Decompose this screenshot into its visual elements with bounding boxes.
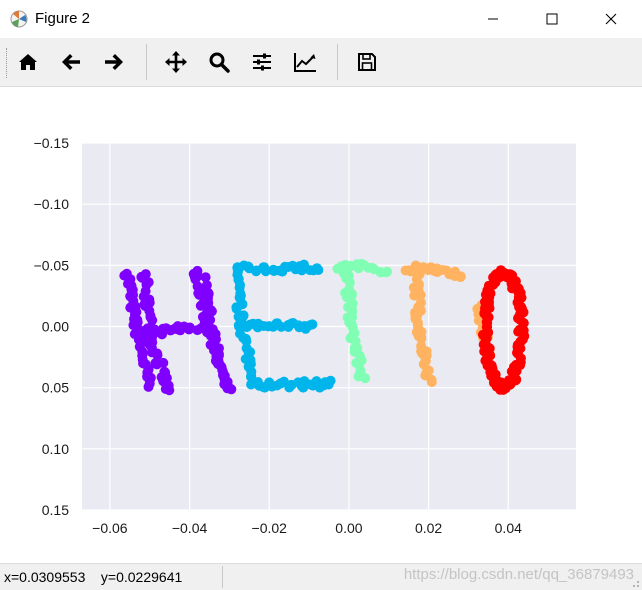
forward-arrow-icon [105,54,123,70]
status-separator [222,566,223,588]
edit-axes-button[interactable] [291,48,319,76]
subplots-icon [253,53,271,71]
x-tick-label: 0.00 [335,520,362,536]
x-tick-label: 0.04 [495,520,522,536]
scatter-point [158,357,169,368]
scatter-point [143,381,154,392]
figure-canvas[interactable]: −0.06 −0.04 −0.02 0.00 0.02 0.04 −0.15 −0.10 −0.… [0,87,642,563]
scatter-point [222,383,233,394]
subplots-button[interactable] [248,48,276,76]
y-tick-label: 0.10 [42,441,69,457]
maximize-icon [546,13,558,25]
x-tick-label: −0.02 [252,520,288,536]
y-tick-label: 0.05 [42,380,69,396]
zoom-button[interactable] [205,48,233,76]
y-tick-label: −0.15 [34,135,70,151]
resize-grip-icon[interactable] [630,578,640,588]
scatter-point [360,373,371,384]
matplotlib-app-icon [10,10,28,28]
scatter-point [217,365,228,376]
x-tick-label: −0.04 [172,520,208,536]
y-tick-label: 0.15 [42,502,69,518]
close-button[interactable] [588,0,634,38]
watermark-text: https://blog.csdn.net/qq_36879493 [403,566,634,583]
scatter-point [312,263,322,274]
scatter-point [307,319,318,330]
save-button[interactable] [353,48,381,76]
x-tick-label: −0.06 [92,520,128,536]
status-bar: x=0.0309553 y=0.0229641 https://blog.csd… [0,563,642,590]
scatter-point [514,324,525,335]
navigation-toolbar [0,38,642,87]
x-tick-label: 0.02 [415,520,442,536]
back-arrow-icon [62,54,80,70]
scatter-point [325,375,336,386]
y-tick-label: −0.05 [34,257,70,273]
home-icon [19,54,37,70]
scatter-point [426,377,437,388]
y-tick-label: −0.10 [34,196,70,212]
toolbar-separator [337,44,338,80]
forward-button[interactable] [100,48,128,76]
scatter-point [152,348,163,359]
save-icon [358,53,376,71]
scatter-point [133,327,144,338]
minimize-icon [488,18,498,20]
zoom-icon [209,52,230,73]
window-title: Figure 2 [35,10,91,27]
y-tick-label: 0.00 [42,319,69,335]
edit-axes-icon [294,53,316,72]
scatter-chart[interactable]: −0.06 −0.04 −0.02 0.00 0.02 0.04 −0.15 −0.10 −0.… [0,87,642,563]
back-button[interactable] [57,48,85,76]
title-bar: Figure 2 [0,0,642,38]
maximize-button[interactable] [529,0,575,38]
toolbar-grip [6,48,9,78]
close-icon [605,13,617,25]
scatter-point [381,267,392,278]
home-button[interactable] [14,48,42,76]
scatter-point [346,319,357,330]
pan-button[interactable] [162,48,190,76]
cursor-coordinates: x=0.0309553 y=0.0229641 [4,569,183,585]
scatter-point [455,272,466,283]
minimize-button[interactable] [470,0,516,38]
scatter-point [164,385,175,396]
toolbar-separator [146,44,147,80]
pan-icon [165,51,187,73]
